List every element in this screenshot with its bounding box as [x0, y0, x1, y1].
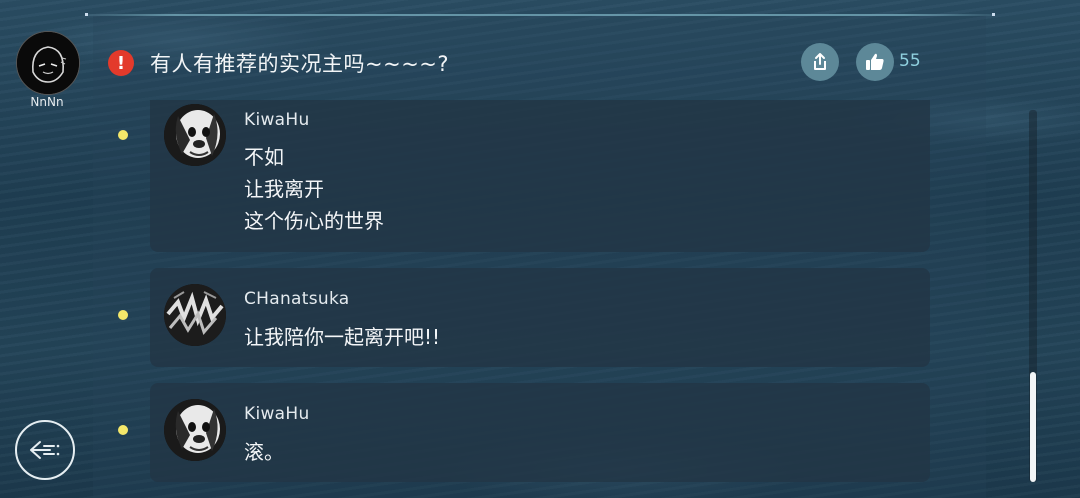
comment-line: 让我离开 [244, 177, 324, 201]
comment-card: KiwaHu 不如 让我离开 这个伤心的世界 [150, 100, 930, 252]
top-divider [85, 13, 995, 16]
commenter-avatar[interactable] [164, 284, 226, 346]
share-icon [814, 53, 826, 70]
comment-author: CHanatsuka [244, 289, 350, 309]
comment-card: CHanatsuka 让我陪你一起离开吧!! [150, 268, 930, 367]
like-count: 55 [899, 51, 921, 71]
thumbs-up-icon [866, 53, 884, 70]
user-avatar[interactable] [16, 31, 80, 95]
back-arrow-icon [30, 441, 60, 459]
comment-line: 这个伤心的世界 [244, 209, 384, 233]
scrollbar-thumb[interactable] [1030, 372, 1036, 482]
comment-bullet [118, 310, 128, 320]
user-name: NnNn [30, 95, 64, 109]
comment-card: KiwaHu 滚。 [150, 383, 930, 482]
comment-text: 不如 让我离开 这个伤心的世界 [244, 141, 384, 237]
comment-bullet [118, 130, 128, 140]
post-title: 有人有推荐的实况主吗~~~~? [150, 52, 450, 76]
comment-text: 滚。 [244, 436, 284, 468]
comment-line: 滚。 [244, 440, 284, 464]
commenter-avatar[interactable] [164, 399, 226, 461]
alert-icon: ! [108, 50, 134, 76]
like-button[interactable] [856, 43, 894, 81]
comment-author: KiwaHu [244, 404, 310, 424]
back-button[interactable] [15, 420, 75, 480]
share-button[interactable] [801, 43, 839, 81]
comment-bullet [118, 425, 128, 435]
comment-line: 让我陪你一起离开吧!! [244, 325, 441, 349]
comment-line: 不如 [244, 145, 284, 169]
comment-text: 让我陪你一起离开吧!! [244, 321, 440, 353]
commenter-avatar[interactable] [164, 104, 226, 166]
comment-author: KiwaHu [244, 110, 310, 130]
post-header: ! 有人有推荐的实况主吗~~~~? [108, 46, 449, 80]
